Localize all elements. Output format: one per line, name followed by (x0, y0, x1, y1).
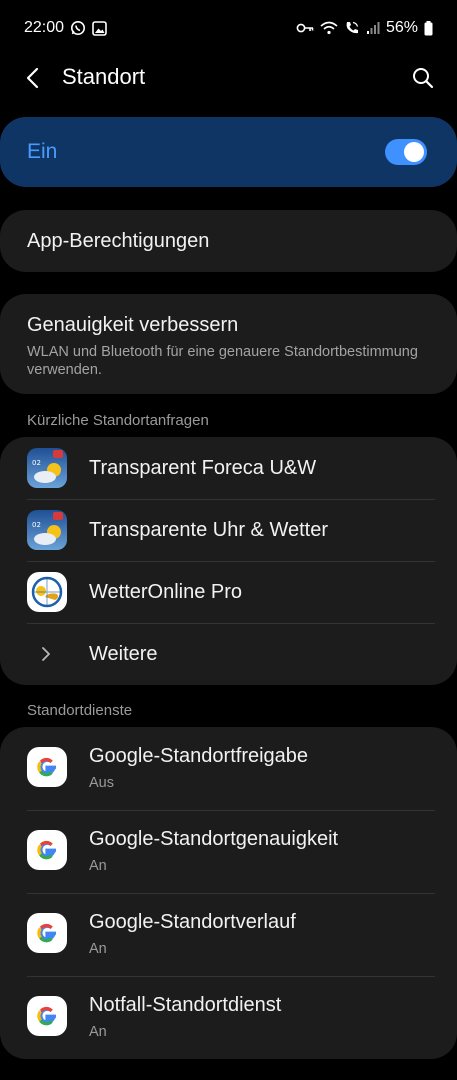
google-icon (27, 830, 67, 870)
battery-percent: 56% (385, 19, 418, 36)
more-requests-label: Weitere (89, 642, 158, 665)
google-icon (27, 747, 67, 787)
improve-accuracy-subtitle: WLAN und Bluetooth für eine genauere Sta… (27, 344, 418, 378)
location-toggle[interactable] (385, 139, 427, 165)
location-services-header: Standortdienste (27, 702, 133, 719)
weather-widget-icon: 02 (27, 510, 67, 550)
toggle-knob (404, 142, 424, 162)
service-title: Google-Standortgenauigkeit (89, 828, 339, 850)
page-title: Standort (62, 64, 146, 89)
service-item[interactable]: Google-Standortgenauigkeit An (0, 810, 457, 893)
service-status: An (89, 941, 107, 957)
service-item[interactable]: Google-Standortverlauf An (0, 893, 457, 976)
image-icon (92, 20, 107, 36)
list-item[interactable]: WetterOnline Pro (0, 561, 457, 623)
improve-accuracy-item[interactable]: Genauigkeit verbessern WLAN und Bluetoot… (0, 294, 457, 394)
status-time: 22:00 (24, 19, 65, 36)
google-icon (27, 996, 67, 1036)
wifi-icon (320, 21, 338, 35)
location-services-card: Google-Standortfreigabe Aus Google-Stand… (0, 727, 457, 1059)
app-bar: Standort (0, 56, 457, 100)
service-title: Google-Standortverlauf (89, 911, 296, 933)
service-item[interactable]: Notfall-Standortdienst An (0, 976, 457, 1059)
svg-text:02: 02 (32, 521, 41, 529)
status-left: 22:00 (24, 19, 107, 37)
whatsapp-icon (70, 20, 86, 36)
service-title: Google-Standortfreigabe (89, 745, 309, 767)
search-icon (413, 68, 434, 89)
recent-requests-card: 02 Transparent Foreca U&W 02 Transparent… (0, 437, 457, 685)
key-icon (296, 22, 314, 34)
status-right: 56% (296, 19, 433, 37)
recent-requests-header: Kürzliche Standortanfragen (27, 412, 209, 429)
wifi-call-icon (344, 20, 360, 36)
app-permissions-label: App-Berechtigungen (27, 229, 210, 252)
location-settings-screen: 22:00 56% Standort Ein App-Berechtigunge… (0, 0, 457, 1080)
location-master-switch[interactable]: Ein (0, 117, 457, 187)
service-title: Notfall-Standortdienst (89, 994, 282, 1016)
improve-accuracy-title: Genauigkeit verbessern (27, 314, 239, 336)
list-item-label: Transparente Uhr & Wetter (89, 518, 328, 541)
list-item[interactable]: 02 Transparente Uhr & Wetter (0, 499, 457, 561)
list-item-label: Transparent Foreca U&W (89, 456, 317, 479)
signal-icon (366, 21, 380, 35)
service-status: An (89, 858, 107, 874)
back-arrow-icon (26, 67, 39, 89)
chevron-right-icon (42, 647, 50, 661)
list-item[interactable]: 02 Transparent Foreca U&W (0, 437, 457, 499)
svg-text:02: 02 (32, 459, 41, 467)
service-status: Aus (89, 775, 114, 791)
service-status: An (89, 1024, 107, 1040)
back-button[interactable] (18, 62, 50, 94)
status-bar: 22:00 56% (0, 0, 457, 56)
service-item[interactable]: Google-Standortfreigabe Aus (0, 727, 457, 810)
master-switch-label: Ein (27, 140, 58, 163)
battery-icon (424, 20, 433, 36)
google-icon (27, 913, 67, 953)
app-permissions-item[interactable]: App-Berechtigungen (0, 210, 457, 272)
search-button[interactable] (407, 62, 439, 94)
list-item-label: WetterOnline Pro (89, 580, 243, 603)
more-requests-item[interactable]: Weitere (0, 623, 457, 685)
weather-widget-icon: 02 (27, 448, 67, 488)
wetteronline-icon (27, 572, 67, 612)
